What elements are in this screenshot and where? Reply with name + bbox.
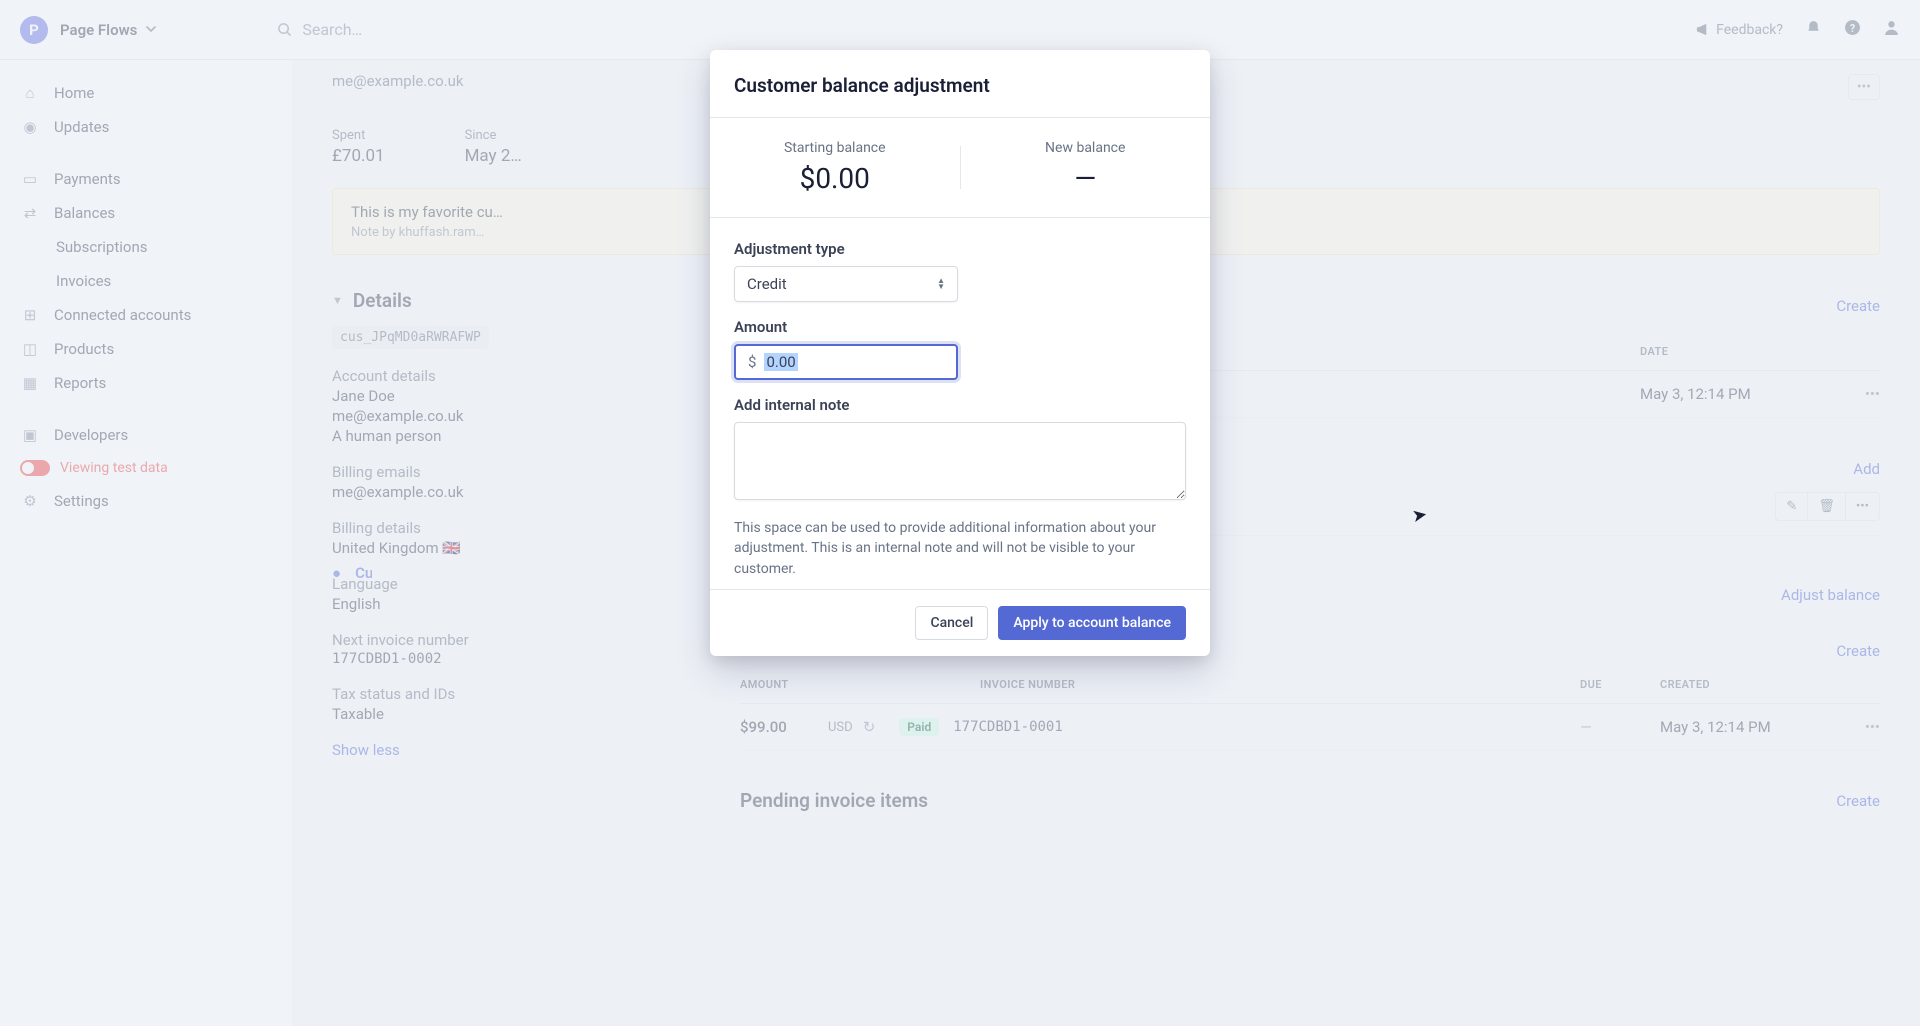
- apply-button[interactable]: Apply to account balance: [998, 606, 1186, 640]
- internal-note-textarea[interactable]: [734, 422, 1186, 500]
- starting-balance-value: $0.00: [710, 162, 960, 195]
- starting-balance-label: Starting balance: [710, 140, 960, 156]
- amount-input[interactable]: $ 0.00: [734, 344, 958, 380]
- select-arrows-icon: ▲▼: [937, 278, 945, 290]
- modal-overlay: Customer balance adjustment Starting bal…: [0, 0, 1920, 1026]
- new-balance-label: New balance: [961, 140, 1211, 156]
- modal-title: Customer balance adjustment: [710, 50, 1210, 118]
- internal-note-label: Add internal note: [734, 396, 1186, 414]
- help-text: This space can be used to provide additi…: [734, 518, 1186, 579]
- new-balance-value: —: [961, 162, 1211, 195]
- currency-symbol: $: [748, 353, 756, 371]
- adjustment-type-select[interactable]: Credit ▲▼: [734, 266, 958, 302]
- cancel-button[interactable]: Cancel: [915, 606, 988, 640]
- amount-label: Amount: [734, 318, 1186, 336]
- balance-adjustment-modal: Customer balance adjustment Starting bal…: [710, 50, 1210, 656]
- adjustment-type-label: Adjustment type: [734, 240, 1186, 258]
